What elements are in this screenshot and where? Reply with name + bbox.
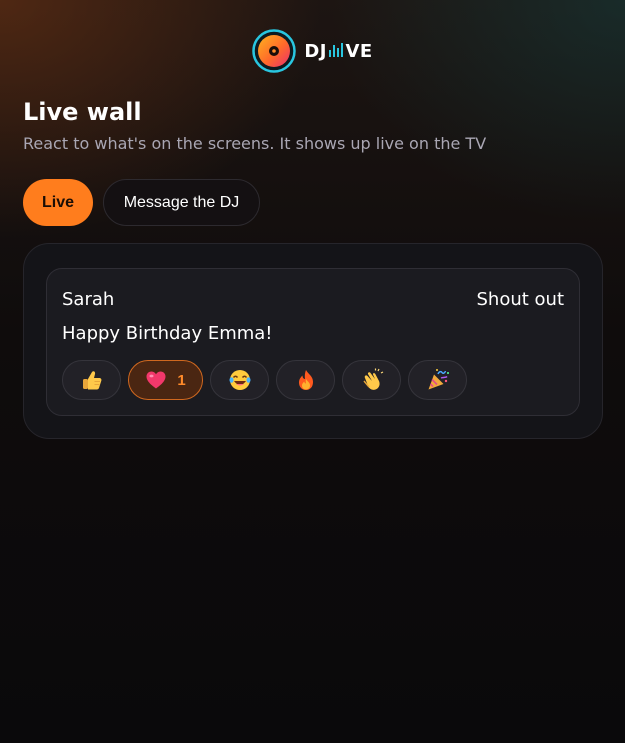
brand-wordmark: DJ VE (304, 41, 372, 62)
page-subtitle: React to what's on the screens. It shows… (23, 134, 487, 153)
card-author: Sarah (62, 289, 115, 310)
shout-out-card: Sarah Shout out Happy Birthday Emma! 1 (46, 268, 580, 416)
brand-logo[interactable]: DJ VE (252, 29, 372, 73)
reaction-fire-button[interactable] (276, 360, 335, 400)
reaction-thumbs-up-button[interactable] (62, 360, 121, 400)
heart-icon (145, 369, 167, 391)
app-header: DJ VE (0, 28, 625, 74)
tab-message-the-dj[interactable]: Message the DJ (103, 179, 260, 226)
party-popper-icon (426, 368, 450, 392)
reaction-bar: 1 (62, 360, 467, 400)
tab-live[interactable]: Live (23, 179, 93, 226)
vinyl-disc-icon (252, 29, 297, 73)
card-type-label: Shout out (476, 289, 564, 310)
fire-icon (295, 368, 317, 392)
page-title: Live wall (23, 98, 142, 126)
thumbs-up-icon (81, 369, 103, 391)
reaction-heart-count: 1 (177, 371, 186, 389)
reaction-laughing-button[interactable] (210, 360, 269, 400)
card-message: Happy Birthday Emma! (62, 323, 273, 344)
live-wall-panel: Sarah Shout out Happy Birthday Emma! 1 (23, 243, 603, 439)
equalizer-icon (328, 43, 344, 57)
reaction-party-button[interactable] (408, 360, 467, 400)
reaction-clap-button[interactable] (342, 360, 401, 400)
brand-name-right: VE (345, 40, 373, 62)
laughing-face-icon (228, 368, 252, 392)
tab-bar: Live Message the DJ (23, 179, 260, 226)
brand-name-left: DJ (304, 40, 327, 62)
clapping-hands-icon (360, 368, 384, 392)
reaction-heart-button[interactable]: 1 (128, 360, 203, 400)
